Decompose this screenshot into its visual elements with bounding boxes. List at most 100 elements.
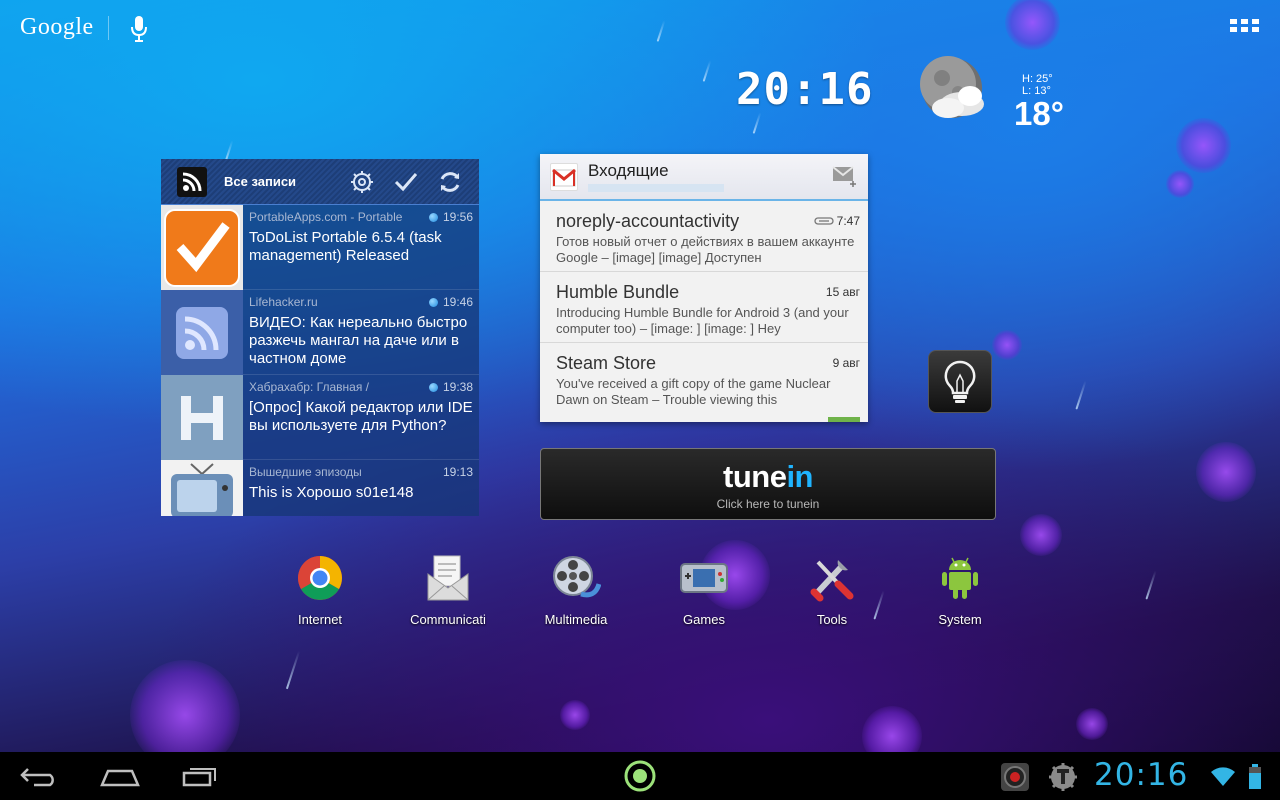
android-icon — [934, 552, 986, 604]
weather-high-low: H: 25° L: 13° — [1022, 73, 1053, 97]
rss-list-item[interactable]: Хабрахабр: Главная / 19:38 [Опрос] Какой … — [161, 375, 479, 460]
rain-decoration — [752, 112, 762, 134]
email-snippet: You've received a gift copy of the game … — [556, 376, 831, 407]
app-folder-communication[interactable]: Communicati — [400, 552, 496, 627]
gmail-widget-header: Входящие — [540, 154, 868, 201]
bokeh-decoration — [560, 700, 590, 730]
app-folder-label: Internet — [297, 612, 343, 627]
tools-icon — [806, 552, 858, 604]
unread-dot-icon — [428, 212, 438, 222]
weather-temperature[interactable]: 18° — [1014, 95, 1064, 133]
email-sender: Humble Bundle — [556, 282, 680, 302]
app-folder-internet[interactable]: Internet — [272, 552, 368, 627]
rss-icon[interactable] — [177, 166, 207, 197]
chrome-icon — [294, 552, 346, 604]
app-folder-system[interactable]: System — [912, 552, 1008, 627]
recents-icon[interactable] — [170, 760, 230, 792]
rss-item-headline: ВИДЕО: Как нереально быстро разжечь манг… — [249, 314, 468, 367]
film-reel-icon — [550, 552, 602, 604]
tunein-subtitle: Click here to tunein — [716, 497, 820, 511]
email-date: 9 авг — [832, 356, 860, 370]
google-search-logo[interactable]: Google — [20, 14, 94, 41]
app-folder-multimedia[interactable]: Multimedia — [528, 552, 624, 627]
rss-list-item[interactable]: Вышедшие эпизоды 19:13 This is Хорошо s01… — [161, 460, 479, 516]
rss-list-item[interactable]: PortableApps.com - Portable 19:56 ToDoLis… — [161, 205, 479, 290]
paperclip-icon — [813, 217, 834, 225]
app-folder-tools[interactable]: Tools — [784, 552, 880, 627]
rss-item-headline: ToDoList Portable 6.5.4 (task management… — [249, 229, 442, 264]
rss-item-headline: [Опрос] Какой редактор или IDE вы исполь… — [249, 399, 473, 434]
top-bar-divider — [108, 16, 109, 40]
tv-icon — [161, 460, 243, 516]
unread-dot-icon — [428, 297, 438, 307]
unread-dot-icon — [428, 382, 438, 392]
gmail-account-redacted — [588, 184, 724, 192]
all-apps-grid-icon[interactable] — [1230, 19, 1259, 39]
email-snippet: Introducing Humble Bundle for Android 3 … — [556, 305, 849, 336]
compose-icon[interactable] — [832, 164, 858, 188]
app-folder-label: Tools — [816, 612, 848, 627]
email-sender: Steam Store — [556, 353, 657, 373]
rss-widget-header: Все записи — [161, 159, 479, 205]
bokeh-decoration — [1076, 708, 1108, 740]
app-folder-games[interactable]: Games — [656, 552, 752, 627]
email-date: 15 авг — [825, 285, 860, 299]
rss-item-time: 19:13 — [442, 465, 473, 479]
email-date: 7:47 — [836, 214, 860, 228]
rss-item-time: 19:38 — [442, 380, 473, 394]
email-list-item[interactable]: Humble Bundle 15 авг Introducing Humble … — [540, 272, 868, 343]
settings-icon[interactable] — [347, 167, 377, 197]
rain-decoration — [285, 650, 301, 690]
gmail-widget-title[interactable]: Входящие — [588, 161, 669, 181]
status-bar-clock[interactable]: 20:16 — [1094, 757, 1188, 793]
rss-item-source: Хабрахабр: Главная / — [249, 380, 369, 394]
tasker-icon[interactable] — [1048, 762, 1078, 792]
rain-decoration — [702, 60, 712, 82]
rss-widget-title[interactable]: Все записи — [224, 174, 347, 189]
launcher-home-indicator-icon[interactable] — [610, 760, 670, 792]
habrahabr-icon — [161, 375, 243, 460]
rss-reader-widget: Все записи PortableApps.com - Portable 19… — [161, 159, 479, 516]
gmail-scroll-indicator[interactable] — [828, 417, 860, 422]
rss-item-time: 19:46 — [442, 295, 473, 309]
bokeh-decoration — [1166, 170, 1194, 198]
app-folder-label: Games — [683, 612, 725, 627]
rain-decoration — [1145, 570, 1157, 600]
tunein-logo: tunein — [723, 459, 813, 494]
bokeh-decoration — [1196, 442, 1256, 502]
battery-icon[interactable] — [1248, 764, 1262, 790]
moon-cloud-icon[interactable] — [918, 56, 988, 124]
app-folder-label: Multimedia — [544, 612, 608, 627]
email-snippet: Готов новый отчет о действиях в вашем ак… — [556, 234, 855, 265]
bokeh-decoration — [1020, 514, 1062, 556]
app-folder-label: Communicati — [410, 612, 486, 627]
rss-feed-icon — [161, 290, 243, 375]
refresh-icon[interactable] — [435, 167, 465, 197]
rss-list-item[interactable]: Lifehacker.ru 19:46 ВИДЕО: Как нереально … — [161, 290, 479, 375]
bokeh-decoration — [992, 330, 1022, 360]
wifi-icon[interactable] — [1210, 766, 1236, 788]
bokeh-decoration — [1005, 0, 1060, 50]
email-list-item[interactable]: noreply-accountactivity 7:47 Готов новый… — [540, 201, 868, 272]
app-folder-label: System — [938, 612, 982, 627]
rss-item-headline: This is Хорошо s01e148 — [249, 484, 414, 501]
gamepad-icon — [678, 552, 730, 604]
tunein-widget[interactable]: tunein Click here to tunein — [540, 448, 996, 520]
microphone-icon[interactable] — [130, 15, 148, 43]
gmail-inbox-widget: Входящие noreply-accountactivity 7:47 Го… — [540, 154, 868, 422]
rss-item-time: 19:56 — [442, 210, 473, 224]
light-bulb-icon[interactable] — [928, 350, 992, 413]
email-list-item[interactable]: Steam Store 9 авг You've received a gift… — [540, 343, 868, 414]
mail-envelope-icon — [422, 552, 474, 604]
bokeh-decoration — [1176, 118, 1231, 173]
check-icon[interactable] — [391, 167, 421, 197]
clock-widget-time[interactable]: 20:16 — [736, 64, 873, 115]
todolist-icon — [161, 205, 243, 290]
rss-item-source: Lifehacker.ru — [249, 295, 318, 309]
record-icon[interactable] — [1000, 762, 1030, 792]
rss-item-source: Вышедшие эпизоды — [249, 465, 362, 479]
home-icon[interactable] — [90, 760, 150, 792]
gmail-icon[interactable] — [550, 163, 578, 191]
weather-high: H: 25° — [1022, 73, 1053, 85]
back-icon[interactable] — [10, 760, 70, 792]
